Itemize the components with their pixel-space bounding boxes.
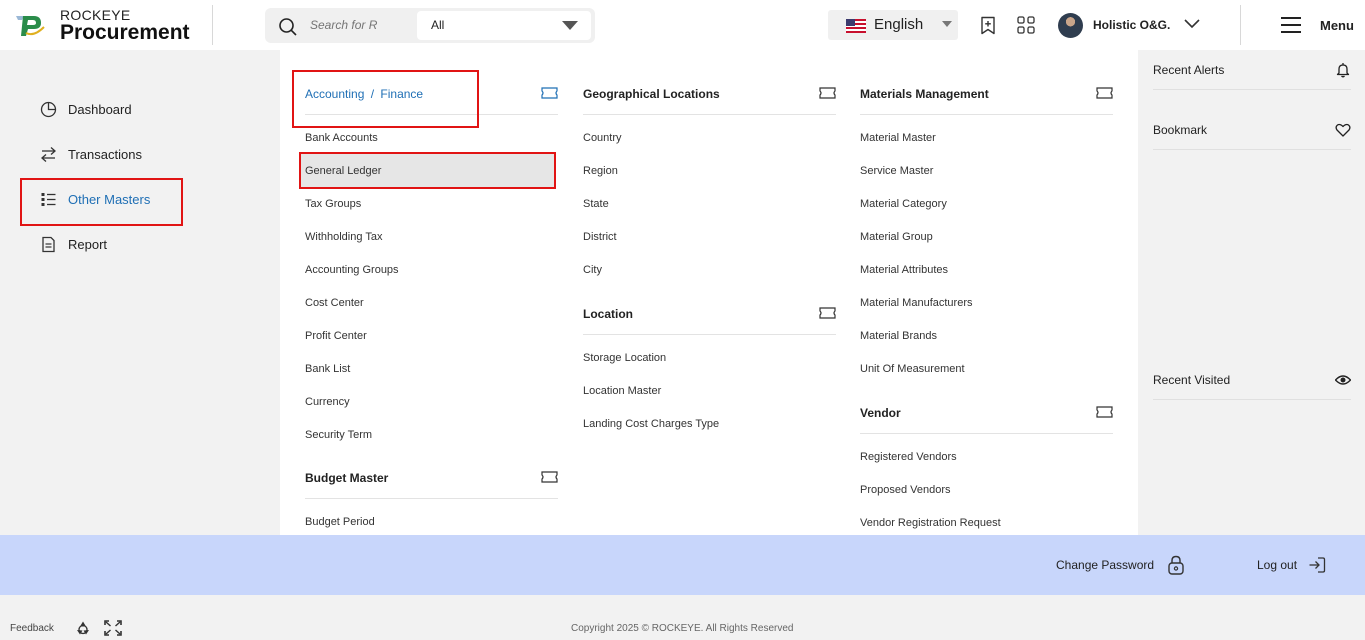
menu-link-material-master[interactable]: Material Master — [860, 132, 936, 144]
copyright-text: Copyright 2025 © ROCKEYE. All Rights Res… — [571, 623, 794, 634]
footer-action-band — [0, 535, 1365, 595]
bookmark-add-icon[interactable] — [979, 16, 997, 35]
section-header[interactable]: Geographical Locations — [583, 75, 836, 115]
menu-link-material-attributes[interactable]: Material Attributes — [860, 264, 948, 276]
user-name[interactable]: Holistic O&G. — [1093, 18, 1170, 32]
menu-link-withholding-tax[interactable]: Withholding Tax — [305, 231, 382, 243]
menu-link-bank-accounts[interactable]: Bank Accounts — [305, 132, 378, 144]
section-title: Materials Management — [860, 87, 989, 101]
section-header[interactable]: Location — [583, 295, 836, 335]
section-title: Vendor — [860, 406, 901, 420]
section-header[interactable]: Budget Master — [305, 459, 558, 499]
caret-down-icon[interactable] — [942, 21, 952, 27]
menu-link-cost-center[interactable]: Cost Center — [305, 297, 364, 309]
transfer-icon — [41, 147, 56, 162]
menu-link-service-master[interactable]: Service Master — [860, 165, 933, 177]
highlight-box — [299, 152, 556, 189]
search-input[interactable] — [310, 15, 382, 35]
menu-link-unit-of-measurement[interactable]: Unit Of Measurement — [860, 363, 965, 375]
ticket-icon[interactable] — [541, 471, 558, 483]
menu-link-security-term[interactable]: Security Term — [305, 429, 372, 441]
section-title: Location — [583, 307, 633, 321]
feedback-link[interactable]: Feedback — [10, 623, 54, 634]
menu-link-currency[interactable]: Currency — [305, 396, 350, 408]
logout-button[interactable]: Log out — [1257, 558, 1297, 572]
recent-alerts-row[interactable]: Recent Alerts — [1153, 50, 1351, 90]
hamburger-menu-icon[interactable] — [1280, 16, 1302, 34]
menu-link-district[interactable]: District — [583, 231, 617, 243]
menu-link-material-group[interactable]: Material Group — [860, 231, 933, 243]
menu-link-accounting-groups[interactable]: Accounting Groups — [305, 264, 399, 276]
menu-link-vendor-registration-request[interactable]: Vendor Registration Request — [860, 517, 1001, 529]
menu-link-region[interactable]: Region — [583, 165, 618, 177]
recent-alerts-label: Recent Alerts — [1153, 63, 1225, 77]
recycle-icon[interactable] — [75, 620, 91, 636]
menu-link-registered-vendors[interactable]: Registered Vendors — [860, 451, 957, 463]
logout-icon[interactable] — [1308, 556, 1326, 574]
menu-link-tax-groups[interactable]: Tax Groups — [305, 198, 361, 210]
heart-icon[interactable] — [1335, 122, 1351, 138]
dashboard-icon — [40, 101, 57, 118]
us-flag-icon — [846, 19, 866, 33]
highlight-box — [292, 70, 479, 128]
menu-link-country[interactable]: Country — [583, 132, 622, 144]
section-title: Geographical Locations — [583, 87, 720, 101]
menu-link-location-master[interactable]: Location Master — [583, 385, 661, 397]
change-password-button[interactable]: Change Password — [1056, 558, 1154, 572]
fullscreen-icon[interactable] — [104, 620, 122, 636]
header-divider — [212, 5, 213, 45]
eye-icon[interactable] — [1335, 372, 1351, 388]
menu-link-proposed-vendors[interactable]: Proposed Vendors — [860, 484, 951, 496]
sidebar-item-label: Dashboard — [68, 102, 132, 117]
menu-link-landing-cost-charges-type[interactable]: Landing Cost Charges Type — [583, 418, 719, 430]
ticket-icon[interactable] — [1096, 406, 1113, 418]
ticket-icon[interactable] — [541, 87, 558, 99]
highlight-box — [20, 178, 183, 226]
language-label: English — [874, 16, 924, 33]
menu-link-material-brands[interactable]: Material Brands — [860, 330, 937, 342]
chevron-down-icon[interactable] — [1183, 18, 1201, 30]
lock-icon[interactable] — [1166, 555, 1186, 575]
sidebar-item-report[interactable]: Report — [20, 223, 182, 267]
sidebar-item-label: Transactions — [68, 147, 142, 162]
apps-grid-icon[interactable] — [1017, 16, 1035, 34]
menu-link-profit-center[interactable]: Profit Center — [305, 330, 367, 342]
section-header[interactable]: Materials Management — [860, 75, 1113, 115]
header-divider — [1240, 5, 1241, 45]
sidebar-item-label: Report — [68, 237, 108, 252]
caret-down-icon[interactable] — [562, 21, 578, 30]
menu-link-bank-list[interactable]: Bank List — [305, 363, 350, 375]
ticket-icon[interactable] — [819, 307, 836, 319]
sidebar-item-dashboard[interactable]: Dashboard — [20, 88, 182, 132]
menu-link-material-category[interactable]: Material Category — [860, 198, 947, 210]
menu-link-city[interactable]: City — [583, 264, 602, 276]
search-category-value: All — [431, 18, 445, 32]
recent-visited-row[interactable]: Recent Visited — [1153, 360, 1351, 400]
menu-link-material-manufacturers[interactable]: Material Manufacturers — [860, 297, 973, 309]
menu-link-budget-period[interactable]: Budget Period — [305, 516, 375, 528]
bell-icon[interactable] — [1335, 62, 1351, 78]
ticket-icon[interactable] — [819, 87, 836, 99]
ticket-icon[interactable] — [1096, 87, 1113, 99]
section-header[interactable]: Vendor — [860, 394, 1113, 434]
section-title: Budget Master — [305, 471, 389, 485]
rockeye-logo-icon[interactable] — [14, 12, 46, 38]
menu-link-storage-location[interactable]: Storage Location — [583, 352, 666, 364]
sidebar-item-transactions[interactable]: Transactions — [20, 133, 182, 177]
document-icon — [42, 236, 55, 253]
brand-product: Procurement — [60, 21, 190, 44]
menu-link-state[interactable]: State — [583, 198, 609, 210]
search-icon[interactable] — [278, 17, 298, 37]
menu-label[interactable]: Menu — [1320, 18, 1354, 33]
recent-visited-label: Recent Visited — [1153, 373, 1231, 387]
avatar[interactable] — [1058, 13, 1083, 38]
bookmark-row[interactable]: Bookmark — [1153, 110, 1351, 150]
bookmark-label: Bookmark — [1153, 123, 1208, 137]
